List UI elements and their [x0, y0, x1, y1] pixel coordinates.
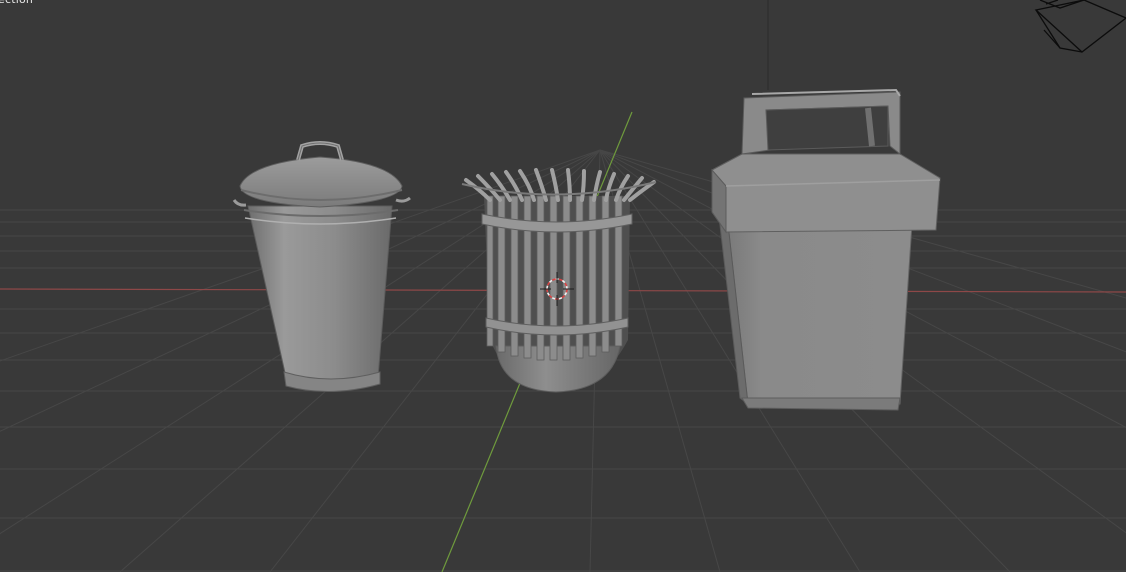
collection-label: ection — [0, 0, 33, 6]
slatted-trash-bin[interactable] — [461, 168, 657, 393]
viewport-canvas[interactable] — [0, 0, 1126, 572]
camera-icon[interactable] — [1034, 0, 1126, 53]
3d-viewport[interactable]: ection — [0, 0, 1126, 572]
metal-trash-can[interactable] — [232, 141, 411, 392]
square-trash-bin[interactable] — [711, 88, 941, 411]
